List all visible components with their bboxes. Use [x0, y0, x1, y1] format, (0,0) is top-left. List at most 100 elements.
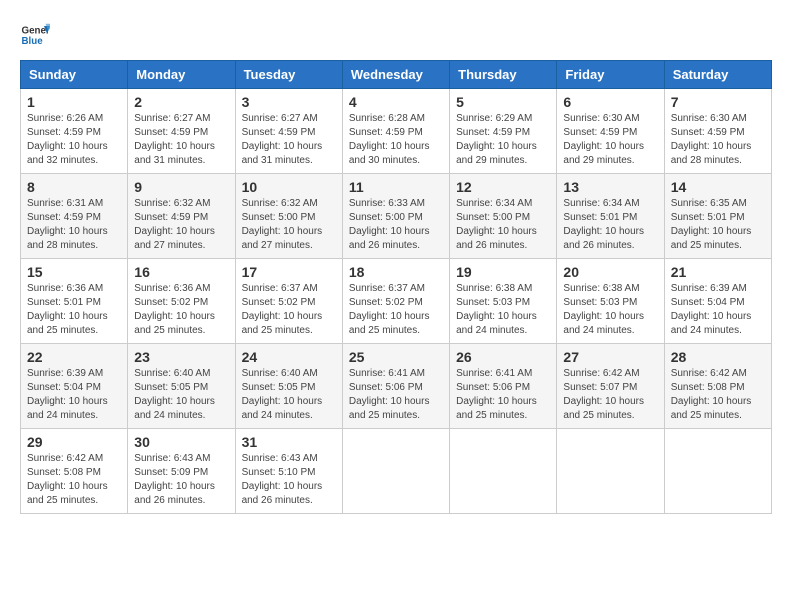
day-number: 2: [134, 94, 228, 110]
week-row-1: 1 Sunrise: 6:26 AM Sunset: 4:59 PM Daylig…: [21, 89, 772, 174]
day-number: 12: [456, 179, 550, 195]
day-number: 6: [563, 94, 657, 110]
day-number: 11: [349, 179, 443, 195]
day-cell: 30Sunrise: 6:43 AM Sunset: 5:09 PM Dayli…: [128, 429, 235, 514]
day-header-friday: Friday: [557, 61, 664, 89]
day-number: 13: [563, 179, 657, 195]
day-number: 9: [134, 179, 228, 195]
day-number: 19: [456, 264, 550, 280]
day-info: Sunrise: 6:42 AM Sunset: 5:08 PM Dayligh…: [27, 452, 121, 508]
day-number: 27: [563, 349, 657, 365]
day-info: Sunrise: 6:34 AM Sunset: 5:01 PM Dayligh…: [563, 197, 657, 253]
day-info: Sunrise: 6:36 AM Sunset: 5:01 PM Dayligh…: [27, 282, 121, 338]
day-number: 28: [671, 349, 765, 365]
day-cell: 6 Sunrise: 6:30 AM Sunset: 4:59 PM Daylig…: [557, 89, 664, 174]
day-number: 14: [671, 179, 765, 195]
day-info: Sunrise: 6:30 AM Sunset: 4:59 PM Dayligh…: [563, 112, 657, 168]
day-number: 17: [242, 264, 336, 280]
day-cell: 29 Sunrise: 6:42 AM Sunset: 5:08 PM Dayli…: [21, 429, 128, 514]
day-number: 15: [27, 264, 121, 280]
day-cell: 10 Sunrise: 6:32 AM Sunset: 5:00 PM Dayli…: [235, 174, 342, 259]
day-cell: 5 Sunrise: 6:29 AM Sunset: 4:59 PM Daylig…: [450, 89, 557, 174]
day-cell: 8Sunrise: 6:31 AM Sunset: 4:59 PM Daylig…: [21, 174, 128, 259]
week-row-5: 29 Sunrise: 6:42 AM Sunset: 5:08 PM Dayli…: [21, 429, 772, 514]
day-cell: 16Sunrise: 6:36 AM Sunset: 5:02 PM Dayli…: [128, 259, 235, 344]
day-info: Sunrise: 6:37 AM Sunset: 5:02 PM Dayligh…: [349, 282, 443, 338]
day-info: Sunrise: 6:32 AM Sunset: 4:59 PM Dayligh…: [134, 197, 228, 253]
day-cell: [664, 429, 771, 514]
day-cell: 14 Sunrise: 6:35 AM Sunset: 5:01 PM Dayli…: [664, 174, 771, 259]
day-info: Sunrise: 6:42 AM Sunset: 5:07 PM Dayligh…: [563, 367, 657, 423]
day-cell: 26 Sunrise: 6:41 AM Sunset: 5:06 PM Dayli…: [450, 344, 557, 429]
day-info: Sunrise: 6:30 AM Sunset: 4:59 PM Dayligh…: [671, 112, 765, 168]
day-info: Sunrise: 6:27 AM Sunset: 4:59 PM Dayligh…: [134, 112, 228, 168]
day-cell: 4 Sunrise: 6:28 AM Sunset: 4:59 PM Daylig…: [342, 89, 449, 174]
day-cell: 3 Sunrise: 6:27 AM Sunset: 4:59 PM Daylig…: [235, 89, 342, 174]
day-cell: 18Sunrise: 6:37 AM Sunset: 5:02 PM Dayli…: [342, 259, 449, 344]
day-number: 29: [27, 434, 121, 450]
day-cell: 23Sunrise: 6:40 AM Sunset: 5:05 PM Dayli…: [128, 344, 235, 429]
day-header-saturday: Saturday: [664, 61, 771, 89]
day-info: Sunrise: 6:34 AM Sunset: 5:00 PM Dayligh…: [456, 197, 550, 253]
day-cell: [342, 429, 449, 514]
day-number: 3: [242, 94, 336, 110]
day-info: Sunrise: 6:29 AM Sunset: 4:59 PM Dayligh…: [456, 112, 550, 168]
day-info: Sunrise: 6:39 AM Sunset: 5:04 PM Dayligh…: [27, 367, 121, 423]
day-number: 21: [671, 264, 765, 280]
day-info: Sunrise: 6:40 AM Sunset: 5:05 PM Dayligh…: [242, 367, 336, 423]
day-number: 25: [349, 349, 443, 365]
day-cell: 27 Sunrise: 6:42 AM Sunset: 5:07 PM Dayli…: [557, 344, 664, 429]
day-number: 26: [456, 349, 550, 365]
logo: General Blue: [20, 20, 50, 50]
week-row-3: 15 Sunrise: 6:36 AM Sunset: 5:01 PM Dayli…: [21, 259, 772, 344]
day-info: Sunrise: 6:26 AM Sunset: 4:59 PM Dayligh…: [27, 112, 121, 168]
day-number: 1: [27, 94, 121, 110]
day-cell: 1 Sunrise: 6:26 AM Sunset: 4:59 PM Daylig…: [21, 89, 128, 174]
day-cell: 21 Sunrise: 6:39 AM Sunset: 5:04 PM Dayli…: [664, 259, 771, 344]
day-number: 4: [349, 94, 443, 110]
calendar: SundayMondayTuesdayWednesdayThursdayFrid…: [20, 60, 772, 514]
day-header-tuesday: Tuesday: [235, 61, 342, 89]
logo-icon: General Blue: [20, 20, 50, 50]
day-number: 20: [563, 264, 657, 280]
day-number: 5: [456, 94, 550, 110]
day-cell: 17 Sunrise: 6:37 AM Sunset: 5:02 PM Dayli…: [235, 259, 342, 344]
day-cell: 13 Sunrise: 6:34 AM Sunset: 5:01 PM Dayli…: [557, 174, 664, 259]
day-info: Sunrise: 6:39 AM Sunset: 5:04 PM Dayligh…: [671, 282, 765, 338]
day-number: 24: [242, 349, 336, 365]
day-cell: 24 Sunrise: 6:40 AM Sunset: 5:05 PM Dayli…: [235, 344, 342, 429]
day-header-thursday: Thursday: [450, 61, 557, 89]
day-info: Sunrise: 6:32 AM Sunset: 5:00 PM Dayligh…: [242, 197, 336, 253]
day-number: 16: [134, 264, 228, 280]
day-number: 8: [27, 179, 121, 195]
day-cell: 28Sunrise: 6:42 AM Sunset: 5:08 PM Dayli…: [664, 344, 771, 429]
header-row: SundayMondayTuesdayWednesdayThursdayFrid…: [21, 61, 772, 89]
day-info: Sunrise: 6:37 AM Sunset: 5:02 PM Dayligh…: [242, 282, 336, 338]
day-header-monday: Monday: [128, 61, 235, 89]
day-cell: 19 Sunrise: 6:38 AM Sunset: 5:03 PM Dayli…: [450, 259, 557, 344]
day-info: Sunrise: 6:40 AM Sunset: 5:05 PM Dayligh…: [134, 367, 228, 423]
header: General Blue: [20, 20, 772, 50]
day-number: 10: [242, 179, 336, 195]
day-cell: 31 Sunrise: 6:43 AM Sunset: 5:10 PM Dayli…: [235, 429, 342, 514]
day-info: Sunrise: 6:38 AM Sunset: 5:03 PM Dayligh…: [456, 282, 550, 338]
day-info: Sunrise: 6:43 AM Sunset: 5:10 PM Dayligh…: [242, 452, 336, 508]
day-number: 31: [242, 434, 336, 450]
week-row-4: 22Sunrise: 6:39 AM Sunset: 5:04 PM Dayli…: [21, 344, 772, 429]
day-cell: 25 Sunrise: 6:41 AM Sunset: 5:06 PM Dayli…: [342, 344, 449, 429]
day-header-wednesday: Wednesday: [342, 61, 449, 89]
day-cell: [557, 429, 664, 514]
day-cell: 9 Sunrise: 6:32 AM Sunset: 4:59 PM Daylig…: [128, 174, 235, 259]
day-info: Sunrise: 6:41 AM Sunset: 5:06 PM Dayligh…: [456, 367, 550, 423]
day-cell: [450, 429, 557, 514]
day-info: Sunrise: 6:35 AM Sunset: 5:01 PM Dayligh…: [671, 197, 765, 253]
day-cell: 12 Sunrise: 6:34 AM Sunset: 5:00 PM Dayli…: [450, 174, 557, 259]
day-cell: 7 Sunrise: 6:30 AM Sunset: 4:59 PM Daylig…: [664, 89, 771, 174]
day-number: 7: [671, 94, 765, 110]
day-info: Sunrise: 6:41 AM Sunset: 5:06 PM Dayligh…: [349, 367, 443, 423]
day-info: Sunrise: 6:43 AM Sunset: 5:09 PM Dayligh…: [134, 452, 228, 508]
day-info: Sunrise: 6:27 AM Sunset: 4:59 PM Dayligh…: [242, 112, 336, 168]
week-row-2: 8Sunrise: 6:31 AM Sunset: 4:59 PM Daylig…: [21, 174, 772, 259]
day-cell: 2 Sunrise: 6:27 AM Sunset: 4:59 PM Daylig…: [128, 89, 235, 174]
day-info: Sunrise: 6:28 AM Sunset: 4:59 PM Dayligh…: [349, 112, 443, 168]
